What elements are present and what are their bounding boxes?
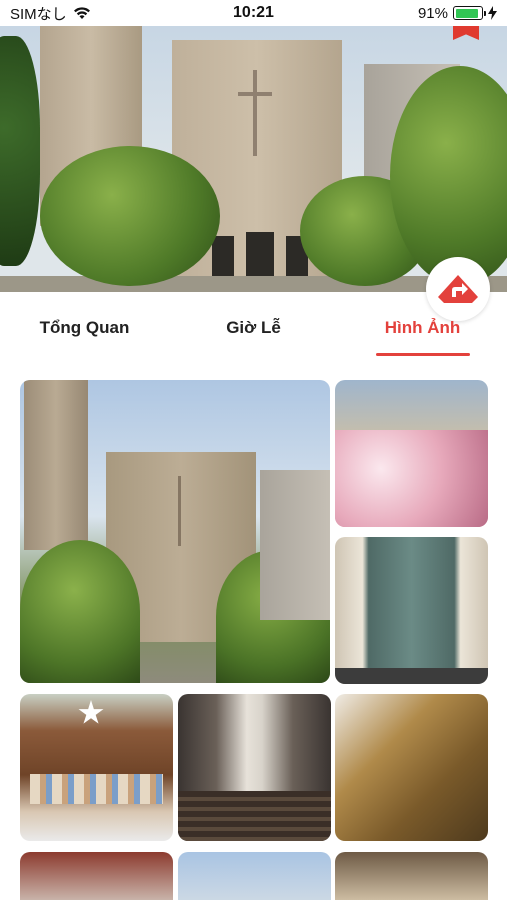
photo-pews xyxy=(178,791,331,841)
tab-active-indicator xyxy=(375,353,470,356)
tab-overview[interactable]: Tổng Quan xyxy=(0,292,169,364)
status-left: SIMなし xyxy=(10,3,91,24)
hero-cross-bar xyxy=(238,92,272,96)
carrier-label: SIMなし xyxy=(10,5,67,23)
hero-tree-center-left xyxy=(40,146,220,286)
tab-mass-times[interactable]: Giờ Lễ xyxy=(169,292,338,364)
photo-church-interior[interactable] xyxy=(178,694,331,841)
wifi-icon xyxy=(73,7,90,19)
battery-icon xyxy=(453,6,486,20)
photo-door-step xyxy=(335,668,488,684)
tab-overview-label: Tổng Quan xyxy=(39,318,130,337)
photo-star-decoration xyxy=(78,700,104,724)
photo-cross xyxy=(178,476,181,546)
photo-row4-right[interactable] xyxy=(335,852,488,900)
photo-nativity-scene[interactable] xyxy=(20,694,173,841)
photo-row4-left[interactable] xyxy=(20,852,173,900)
tab-bar: Tổng Quan Giờ Lễ Hình Ảnh xyxy=(0,292,507,364)
hero-tree-left xyxy=(0,36,40,266)
photo-side-building xyxy=(260,470,330,620)
photo-cherry-blossom[interactable] xyxy=(335,380,488,527)
battery-percent: 91% xyxy=(417,4,448,22)
hero-cross xyxy=(253,70,257,156)
charging-icon xyxy=(488,6,497,20)
photo-church-exterior[interactable] xyxy=(20,380,330,683)
tab-photos[interactable]: Hình Ảnh xyxy=(338,292,507,364)
status-right: 91% xyxy=(418,5,497,22)
tab-photos-label: Hình Ảnh xyxy=(384,318,461,337)
photo-nativity-figures xyxy=(30,774,163,804)
photo-gallery xyxy=(20,380,488,900)
photo-row4-center[interactable] xyxy=(178,852,331,900)
tab-mass-times-label: Giờ Lễ xyxy=(226,318,281,337)
hero-door-left xyxy=(212,236,234,276)
photo-tree-left xyxy=(20,540,140,683)
battery-level xyxy=(455,8,479,18)
photo-bronze-door[interactable] xyxy=(335,537,488,684)
hero-church-photo xyxy=(0,26,507,292)
photo-tower-interior[interactable] xyxy=(335,694,488,841)
photo-bell-tower xyxy=(24,380,88,550)
hero-door-center xyxy=(246,232,274,276)
photo-blossom-branch xyxy=(335,430,488,527)
status-bar: SIMなし 10:21 91% xyxy=(0,0,507,26)
